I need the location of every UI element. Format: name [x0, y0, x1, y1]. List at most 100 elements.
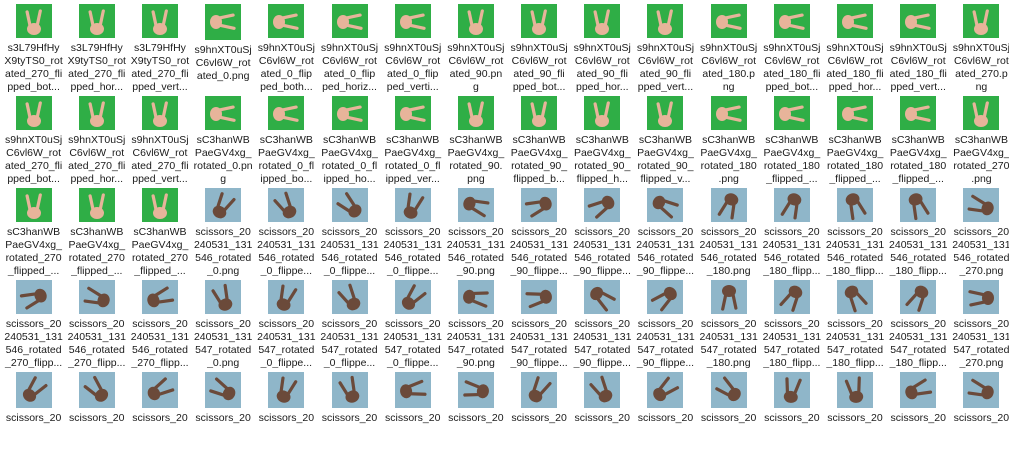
file-thumbnail[interactable]: [900, 4, 937, 39]
file-item[interactable]: scissors_20: [255, 368, 318, 460]
file-item[interactable]: sC3hanWB PaeGV4xg_ rotated_180 _flipped_…: [887, 92, 950, 184]
file-thumbnail[interactable]: [647, 372, 684, 408]
file-thumbnail[interactable]: [205, 280, 242, 315]
file-item[interactable]: scissors_20 240531_131 546_rotated _0.pn…: [192, 184, 255, 276]
file-thumbnail[interactable]: [773, 372, 810, 408]
file-thumbnail[interactable]: [521, 96, 558, 131]
file-thumbnail[interactable]: [205, 96, 242, 131]
file-thumbnail[interactable]: [331, 372, 368, 408]
file-thumbnail[interactable]: [331, 280, 368, 315]
file-thumbnail[interactable]: [457, 4, 494, 39]
file-item[interactable]: scissors_20 240531_131 547_rotated _0_fl…: [318, 276, 381, 368]
file-thumbnail[interactable]: [710, 96, 747, 131]
file-item[interactable]: scissors_20: [950, 368, 1009, 460]
file-thumbnail[interactable]: [521, 372, 558, 408]
file-thumbnail[interactable]: [647, 96, 684, 131]
file-item[interactable]: scissors_20: [318, 368, 381, 460]
file-thumbnail[interactable]: [710, 280, 747, 315]
file-thumbnail[interactable]: [268, 280, 305, 315]
file-thumbnail[interactable]: [457, 96, 494, 131]
file-thumbnail[interactable]: [394, 96, 431, 131]
file-item[interactable]: scissors_20 240531_131 546_rotated _180_…: [760, 184, 823, 276]
file-item[interactable]: scissors_20 240531_131 546_rotated _270.…: [950, 184, 1009, 276]
file-item[interactable]: s9hnXT0uSj C6vl6W_rot ated_270_fli pped_…: [65, 92, 128, 184]
file-item[interactable]: s9hnXT0uSj C6vl6W_rot ated_0.png: [192, 0, 255, 92]
file-item[interactable]: scissors_20 240531_131 546_rotated _270_…: [128, 276, 191, 368]
file-thumbnail[interactable]: [394, 4, 431, 39]
file-item[interactable]: sC3hanWB PaeGV4xg_ rotated_270 _flipped_…: [65, 184, 128, 276]
file-item[interactable]: scissors_20 240531_131 546_rotated _0_fl…: [318, 184, 381, 276]
file-item[interactable]: scissors_20 240531_131 547_rotated _90_f…: [508, 276, 571, 368]
file-item[interactable]: sC3hanWB PaeGV4xg_ rotated_0_fl ipped_ve…: [381, 92, 444, 184]
file-thumbnail[interactable]: [141, 280, 178, 315]
file-item[interactable]: sC3hanWB PaeGV4xg_ rotated_180 _flipped_…: [760, 92, 823, 184]
file-thumbnail[interactable]: [963, 372, 1000, 408]
file-thumbnail[interactable]: [963, 188, 1000, 223]
file-item[interactable]: scissors_20 240531_131 547_rotated _180.…: [697, 276, 760, 368]
file-item[interactable]: scissors_20: [444, 368, 507, 460]
file-thumbnail[interactable]: [963, 4, 1000, 39]
file-item[interactable]: scissors_20: [2, 368, 65, 460]
file-item[interactable]: scissors_20 240531_131 547_rotated _180_…: [887, 276, 950, 368]
file-thumbnail[interactable]: [773, 96, 810, 131]
file-item[interactable]: sC3hanWB PaeGV4xg_ rotated_90_ flipped_h…: [571, 92, 634, 184]
file-item[interactable]: scissors_20: [192, 368, 255, 460]
file-thumbnail[interactable]: [900, 372, 937, 408]
file-item[interactable]: scissors_20 240531_131 547_rotated _0_fl…: [381, 276, 444, 368]
file-item[interactable]: scissors_20 240531_131 546_rotated _180_…: [823, 184, 886, 276]
file-item[interactable]: s9hnXT0uSj C6vl6W_rot ated_270_fli pped_…: [128, 92, 191, 184]
file-item[interactable]: scissors_20 240531_131 546_rotated _0_fl…: [255, 184, 318, 276]
file-item[interactable]: scissors_20: [381, 368, 444, 460]
file-thumbnail[interactable]: [647, 188, 684, 223]
file-thumbnail[interactable]: [521, 4, 558, 39]
file-thumbnail[interactable]: [837, 372, 874, 408]
file-item[interactable]: scissors_20: [823, 368, 886, 460]
file-thumbnail[interactable]: [900, 280, 937, 315]
file-item[interactable]: scissors_20 240531_131 547_rotated _90_f…: [571, 276, 634, 368]
file-thumbnail[interactable]: [837, 280, 874, 315]
file-item[interactable]: scissors_20 240531_131 547_rotated _180_…: [760, 276, 823, 368]
file-item[interactable]: s9hnXT0uSj C6vl6W_rot ated_0_flip ped_ho…: [318, 0, 381, 92]
file-item[interactable]: scissors_20: [760, 368, 823, 460]
file-thumbnail[interactable]: [584, 4, 621, 39]
file-thumbnail[interactable]: [837, 188, 874, 223]
file-thumbnail[interactable]: [78, 188, 115, 223]
file-thumbnail[interactable]: [900, 188, 937, 223]
file-thumbnail[interactable]: [963, 96, 1000, 131]
file-thumbnail[interactable]: [394, 280, 431, 315]
file-thumbnail[interactable]: [584, 188, 621, 223]
file-item[interactable]: s9hnXT0uSj C6vl6W_rot ated_180_fli pped_…: [887, 0, 950, 92]
file-item[interactable]: scissors_20 240531_131 546_rotated _90_f…: [571, 184, 634, 276]
file-item[interactable]: sC3hanWB PaeGV4xg_ rotated_270 .png: [950, 92, 1009, 184]
file-thumbnail[interactable]: [521, 280, 558, 315]
file-thumbnail[interactable]: [268, 372, 305, 408]
file-thumbnail[interactable]: [141, 372, 178, 408]
file-thumbnail[interactable]: [78, 372, 115, 408]
file-item[interactable]: s9hnXT0uSj C6vl6W_rot ated_180_fli pped_…: [823, 0, 886, 92]
file-item[interactable]: scissors_20 240531_131 547_rotated _90.p…: [444, 276, 507, 368]
file-item[interactable]: scissors_20 240531_131 546_rotated _90.p…: [444, 184, 507, 276]
file-item[interactable]: scissors_20 240531_131 546_rotated _0_fl…: [381, 184, 444, 276]
file-thumbnail[interactable]: [141, 96, 178, 131]
file-thumbnail[interactable]: [394, 188, 431, 223]
file-item[interactable]: s3L79HfHy X9tyTS0_rot ated_270_fli pped_…: [65, 0, 128, 92]
file-item[interactable]: sC3hanWB PaeGV4xg_ rotated_270 _flipped_…: [2, 184, 65, 276]
file-item[interactable]: scissors_20 240531_131 546_rotated _270_…: [65, 276, 128, 368]
file-item[interactable]: scissors_20 240531_131 546_rotated _270_…: [2, 276, 65, 368]
file-item[interactable]: scissors_20: [887, 368, 950, 460]
file-thumbnail[interactable]: [521, 188, 558, 223]
file-thumbnail[interactable]: [15, 188, 52, 223]
file-item[interactable]: s9hnXT0uSj C6vl6W_rot ated_90_fli pped_v…: [634, 0, 697, 92]
file-thumbnail[interactable]: [268, 188, 305, 223]
file-item[interactable]: s9hnXT0uSj C6vl6W_rot ated_180_fli pped_…: [760, 0, 823, 92]
file-item[interactable]: scissors_20: [508, 368, 571, 460]
file-thumbnail[interactable]: [331, 96, 368, 131]
file-item[interactable]: sC3hanWB PaeGV4xg_ rotated_0_fl ipped_ho…: [318, 92, 381, 184]
file-thumbnail[interactable]: [141, 4, 178, 39]
file-thumbnail[interactable]: [15, 4, 52, 39]
file-item[interactable]: sC3hanWB PaeGV4xg_ rotated_0.png: [192, 92, 255, 184]
file-thumbnail[interactable]: [331, 4, 368, 39]
file-item[interactable]: sC3hanWB PaeGV4xg_ rotated_90_ flipped_b…: [508, 92, 571, 184]
file-thumbnail[interactable]: [900, 96, 937, 131]
file-item[interactable]: s9hnXT0uSj C6vl6W_rot ated_270_fli pped_…: [2, 92, 65, 184]
